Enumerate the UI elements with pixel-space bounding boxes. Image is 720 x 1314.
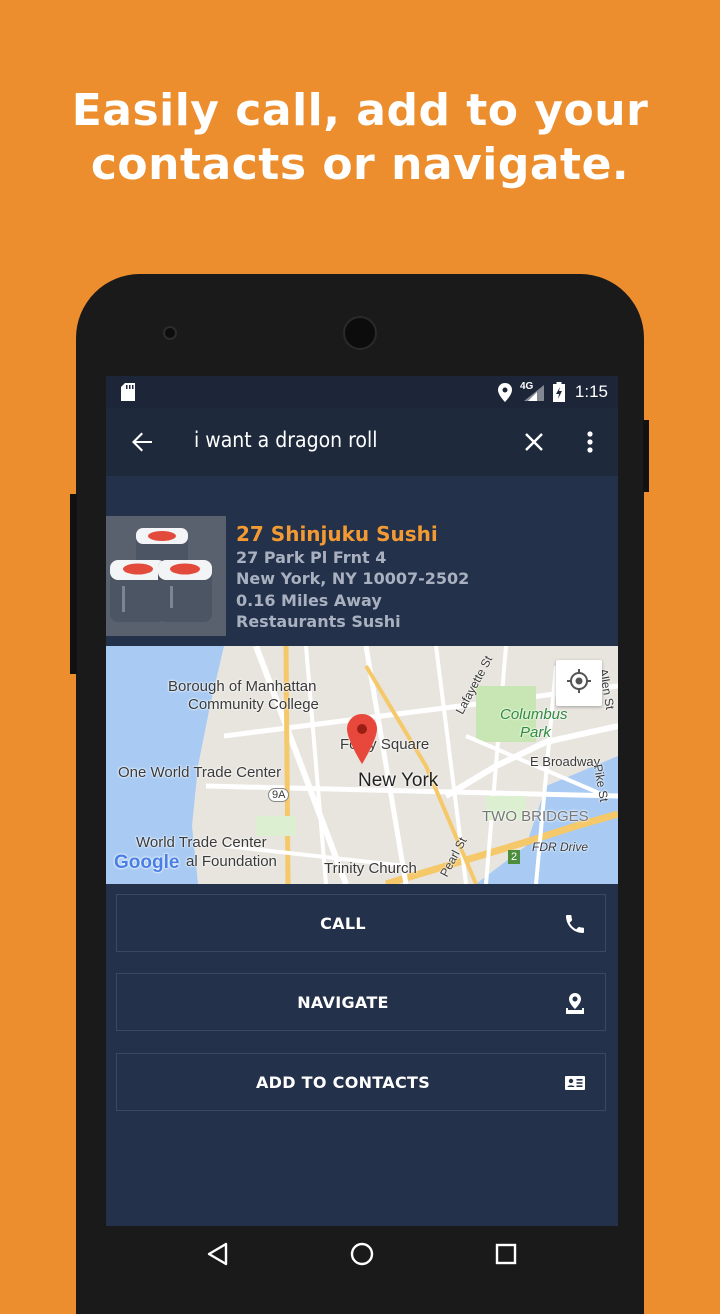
map-label-wtc: One World Trade Center bbox=[118, 764, 282, 781]
map-label-bmcc-1: Borough of Manhattan bbox=[168, 678, 317, 695]
navigate-button-label: NAVIGATE bbox=[297, 993, 389, 1012]
headline-line-1: Easily call, add to your bbox=[71, 85, 649, 136]
my-location-button[interactable] bbox=[556, 660, 602, 706]
result-card[interactable]: 27 Shinjuku Sushi 27 Park Pl Frnt 4 New … bbox=[106, 516, 618, 640]
app-screen: 4G 1:15 i want a dragon roll 27 Shinjuku… bbox=[106, 376, 618, 1226]
map-label-trinity: Trinity Church bbox=[324, 860, 417, 877]
map-label-wtcf-2: al Foundation bbox=[186, 853, 277, 870]
add-to-contacts-button[interactable]: ADD TO CONTACTS bbox=[116, 1053, 606, 1111]
map-label-bmcc-2: Community College bbox=[188, 696, 319, 713]
search-toolbar: i want a dragon roll bbox=[106, 408, 618, 476]
place-icon bbox=[563, 991, 587, 1015]
arrow-back-icon[interactable] bbox=[118, 408, 166, 476]
front-camera bbox=[163, 326, 177, 340]
restaurant-name[interactable]: 27 Shinjuku Sushi bbox=[236, 522, 438, 546]
status-time: 1:15 bbox=[574, 382, 608, 401]
map-label-newyork: New York bbox=[358, 770, 439, 791]
navigate-button[interactable]: NAVIGATE bbox=[116, 973, 606, 1031]
power-button bbox=[643, 420, 649, 492]
location-icon bbox=[498, 383, 512, 407]
address-line-1: 27 Park Pl Frnt 4 bbox=[236, 548, 387, 567]
call-button[interactable]: CALL bbox=[116, 894, 606, 952]
signal-icon bbox=[524, 385, 544, 406]
search-query[interactable]: i want a dragon roll bbox=[194, 428, 377, 452]
status-bar: 4G 1:15 bbox=[106, 376, 618, 408]
battery-icon bbox=[553, 382, 565, 407]
map-label-ebroadway: E Broadway bbox=[530, 754, 601, 769]
map-pin-icon[interactable] bbox=[347, 714, 377, 768]
address-line-2: New York, NY 10007-2502 bbox=[236, 569, 470, 588]
distance-text: 0.16 Miles Away bbox=[236, 591, 382, 610]
map-label-fdr: FDR Drive bbox=[532, 840, 588, 854]
google-logo: Google bbox=[114, 852, 180, 873]
headline-line-2: contacts or navigate. bbox=[90, 139, 630, 190]
my-location-icon bbox=[566, 668, 592, 698]
close-icon[interactable] bbox=[510, 408, 558, 476]
volume-button bbox=[70, 494, 77, 674]
system-navigation-bar bbox=[106, 1226, 618, 1280]
back-nav-icon[interactable] bbox=[206, 1242, 230, 1270]
sd-card-icon bbox=[121, 383, 135, 406]
route-9a-shield: 9A bbox=[268, 788, 290, 802]
earpiece-speaker bbox=[343, 316, 377, 350]
sushi-thumbnail bbox=[106, 516, 226, 636]
route-2-shield: 2 bbox=[508, 850, 521, 864]
add-to-contacts-button-label: ADD TO CONTACTS bbox=[255, 1073, 431, 1092]
map-label-columbus-1: Columbus bbox=[500, 706, 568, 723]
map-view[interactable]: Borough of Manhattan Community College O… bbox=[106, 646, 618, 884]
recents-nav-icon[interactable] bbox=[495, 1243, 517, 1269]
map-label-columbus-2: Park bbox=[520, 724, 551, 741]
phone-icon bbox=[563, 912, 587, 936]
more-vert-icon[interactable] bbox=[566, 408, 614, 476]
headline: Easily call, add to your contacts or nav… bbox=[0, 84, 720, 192]
category-text: Restaurants Sushi bbox=[236, 612, 401, 631]
map-label-twobridges: TWO BRIDGES bbox=[482, 808, 589, 825]
contact-card-icon bbox=[563, 1071, 587, 1095]
home-nav-icon[interactable] bbox=[350, 1242, 374, 1270]
call-button-label: CALL bbox=[320, 914, 366, 933]
map-label-wtcf-1: World Trade Center bbox=[136, 834, 267, 851]
